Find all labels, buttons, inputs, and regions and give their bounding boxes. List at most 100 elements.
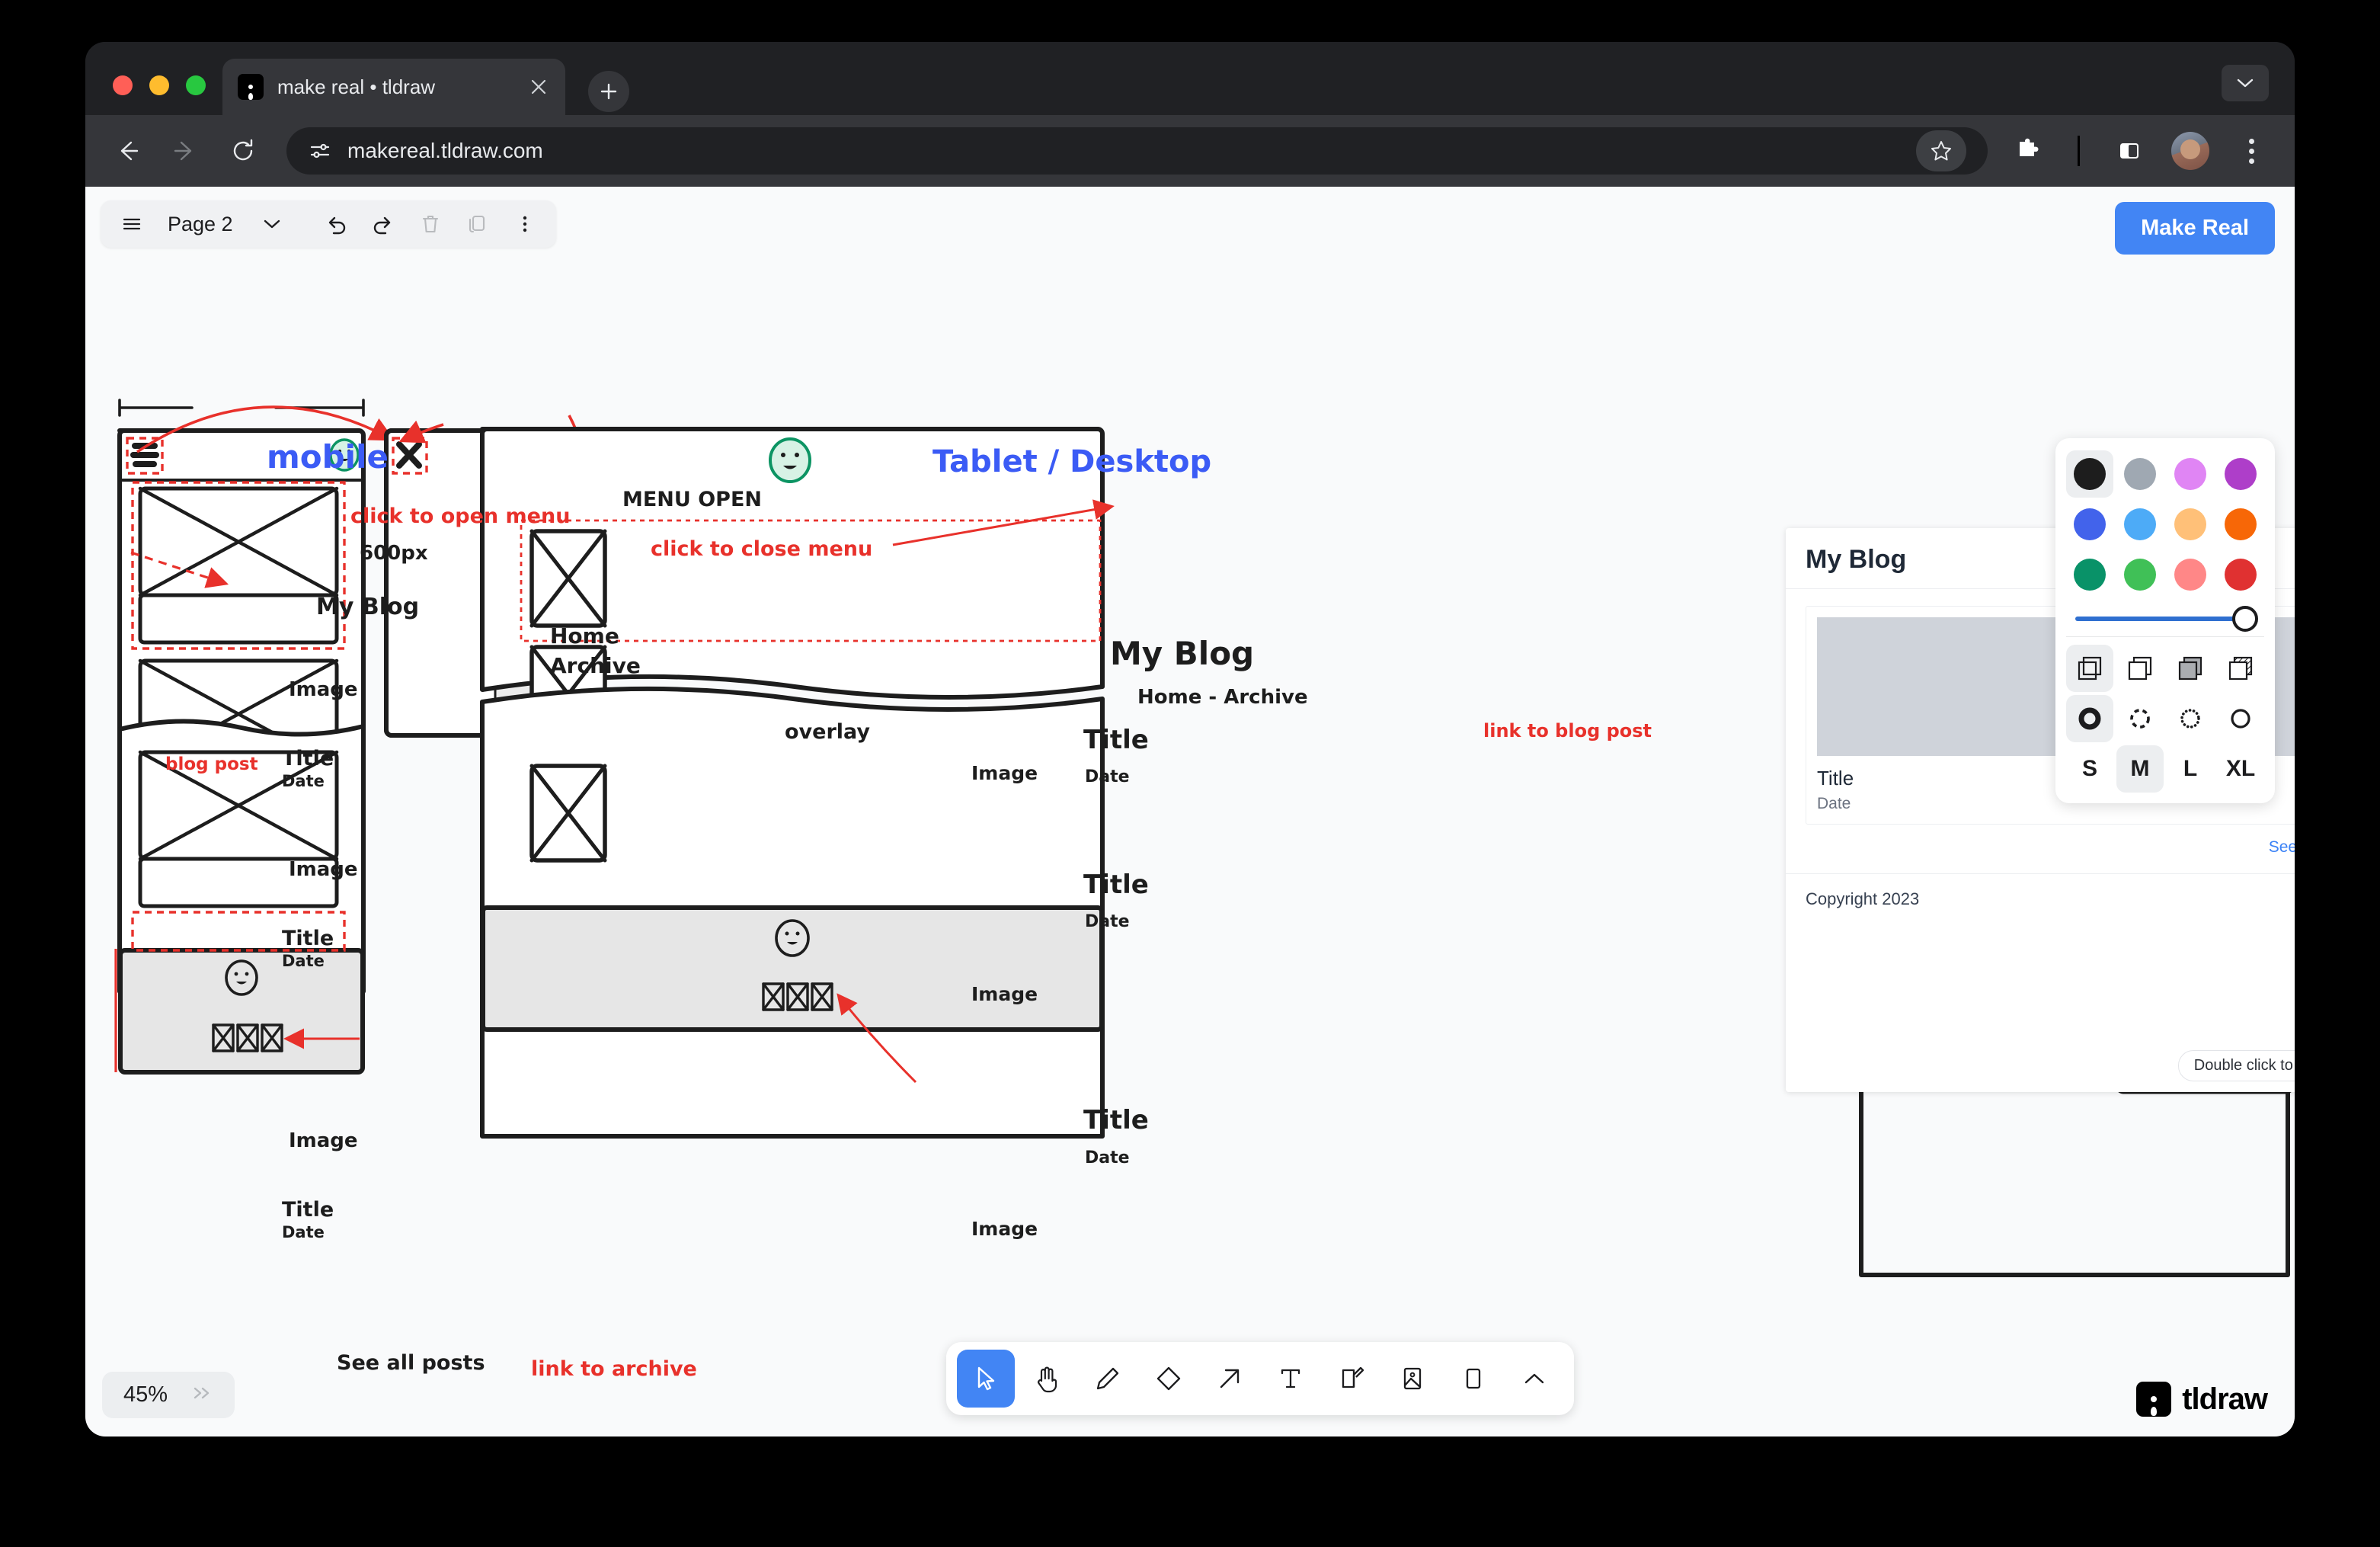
redo-icon[interactable] [363, 203, 404, 245]
star-icon[interactable] [1916, 130, 1966, 171]
arrow-left-icon[interactable] [108, 132, 146, 170]
zoom-level-label[interactable]: 45% [123, 1382, 168, 1408]
note-tool[interactable] [1323, 1350, 1380, 1408]
tldraw-app: mobile Tablet / Desktop MENU OPEN 600px … [85, 187, 2295, 1436]
size-option-l[interactable]: L [2167, 745, 2214, 793]
dash-style-grid [2066, 695, 2264, 742]
maximize-window-button[interactable] [186, 75, 206, 95]
color-swatch-orange[interactable] [2217, 501, 2264, 548]
annotation-blog-post: blog post [165, 754, 258, 774]
mobile-bottom-post-date: Date [282, 1223, 325, 1241]
desktop-bottom-post-date: Date [1085, 1148, 1130, 1167]
page-settings-icon[interactable] [308, 139, 332, 163]
chevron-down-icon[interactable] [251, 203, 293, 245]
close-icon[interactable] [526, 74, 552, 100]
tldraw-watermark[interactable]: tldraw [2136, 1382, 2267, 1417]
desktop-post-2-image-label: Image [971, 983, 1038, 1005]
dash-draw-icon[interactable] [2066, 695, 2113, 742]
browser-tab-strip: make real • tldraw [85, 42, 2295, 115]
opacity-slider-track[interactable] [2075, 617, 2255, 621]
url-text: makereal.tldraw.com [347, 139, 543, 163]
color-swatch-blue[interactable] [2066, 501, 2113, 548]
reload-icon[interactable] [224, 132, 262, 170]
mobile-post-2-image-label: Image [289, 858, 358, 881]
opacity-slider[interactable] [2066, 598, 2264, 635]
tldraw-favicon [238, 74, 264, 100]
color-swatch-light-green[interactable] [2116, 551, 2164, 598]
close-window-button[interactable] [113, 75, 133, 95]
color-swatch-red[interactable] [2217, 551, 2264, 598]
fill-pattern-icon[interactable] [2217, 645, 2264, 692]
mobile-post-1-image-label: Image [289, 678, 358, 701]
fill-solid-icon[interactable] [2167, 645, 2214, 692]
trash-icon[interactable] [410, 203, 451, 245]
chevron-up-icon[interactable] [1505, 1350, 1563, 1408]
color-swatch-violet[interactable] [2217, 450, 2264, 498]
desktop-bottom-post-title: Title [1083, 1105, 1149, 1135]
see-all-posts-link[interactable]: See all posts [337, 1351, 485, 1375]
tldraw-main-menu-bar: Page 2 [101, 200, 556, 248]
mobile-post-1-title: Title [282, 747, 334, 770]
fill-semi-icon[interactable] [2066, 645, 2113, 692]
undo-icon[interactable] [315, 203, 357, 245]
make-real-button[interactable]: Make Real [2115, 202, 2275, 255]
new-tab-button[interactable] [588, 71, 629, 112]
vertical-dots-icon[interactable] [504, 203, 545, 245]
duplicate-icon[interactable] [457, 203, 498, 245]
desktop-post-1-date: Date [1085, 767, 1130, 786]
select-tool[interactable] [957, 1350, 1015, 1408]
color-swatch-light-blue[interactable] [2116, 501, 2164, 548]
hamburger-menu-icon[interactable] [111, 203, 152, 245]
zoom-control[interactable]: 45% [102, 1372, 235, 1418]
dash-solid-icon[interactable] [2217, 695, 2264, 742]
browser-tab[interactable]: make real • tldraw [222, 59, 565, 115]
text-tool[interactable] [1262, 1350, 1320, 1408]
color-swatch-green[interactable] [2066, 551, 2113, 598]
arrow-right-icon[interactable] [166, 132, 204, 170]
menu-nav-item-archive[interactable]: Archive [550, 653, 641, 678]
desktop-title: My Blog [1110, 635, 1254, 672]
mobile-header-title: My Blog [316, 594, 419, 620]
size-option-s[interactable]: S [2066, 745, 2113, 793]
color-swatch-light-violet[interactable] [2167, 450, 2214, 498]
fill-none-icon[interactable] [2116, 645, 2164, 692]
frame-tool[interactable] [1444, 1350, 1502, 1408]
double-click-hint-badge: Double click to interact [2178, 1050, 2295, 1081]
desktop-post-2-title: Title [1083, 870, 1149, 900]
dash-dotted-icon[interactable] [2167, 695, 2214, 742]
chevron-down-icon[interactable] [2222, 65, 2269, 101]
arrow-tool[interactable] [1201, 1350, 1259, 1408]
browser-window: make real • tldraw [85, 42, 2295, 1436]
menu-nav-item-home[interactable]: Home [550, 623, 619, 649]
avatar-icon[interactable] [2170, 130, 2211, 171]
toolbar-divider [2078, 136, 2080, 166]
side-panel-icon[interactable] [2109, 130, 2150, 171]
opacity-slider-thumb[interactable] [2232, 606, 2258, 632]
chevrons-right-icon[interactable] [190, 1382, 213, 1408]
asset-tool[interactable] [1384, 1350, 1441, 1408]
color-swatch-black[interactable] [2066, 450, 2113, 498]
preview-card-footer: Copyright 2023 [1786, 873, 2295, 924]
draw-tool[interactable] [1079, 1350, 1137, 1408]
style-panel[interactable]: S M L XL [2055, 438, 2275, 803]
desktop-bottom-post-image-label: Image [971, 1218, 1038, 1240]
page-name-label[interactable]: Page 2 [158, 213, 245, 236]
address-bar[interactable]: makereal.tldraw.com [286, 127, 1988, 175]
dash-dashed-icon[interactable] [2116, 695, 2164, 742]
browser-url-bar: makereal.tldraw.com [85, 115, 2295, 187]
preview-see-all-link[interactable]: See all posts [1806, 825, 2295, 857]
size-option-xl[interactable]: XL [2217, 745, 2264, 793]
desktop-post-1-image-label: Image [971, 762, 1038, 784]
width-label: 600px [360, 542, 428, 565]
fill-style-grid [2066, 645, 2264, 692]
color-swatch-yellow[interactable] [2167, 501, 2214, 548]
hand-tool[interactable] [1018, 1350, 1076, 1408]
color-swatch-grey[interactable] [2116, 450, 2164, 498]
puzzle-piece-icon[interactable] [2007, 130, 2049, 171]
color-swatch-light-red[interactable] [2167, 551, 2214, 598]
minimize-window-button[interactable] [149, 75, 169, 95]
desktop-nav: Home - Archive [1137, 686, 1308, 709]
size-option-m[interactable]: M [2116, 745, 2164, 793]
eraser-tool[interactable] [1140, 1350, 1198, 1408]
kebab-menu-icon[interactable] [2231, 130, 2272, 171]
